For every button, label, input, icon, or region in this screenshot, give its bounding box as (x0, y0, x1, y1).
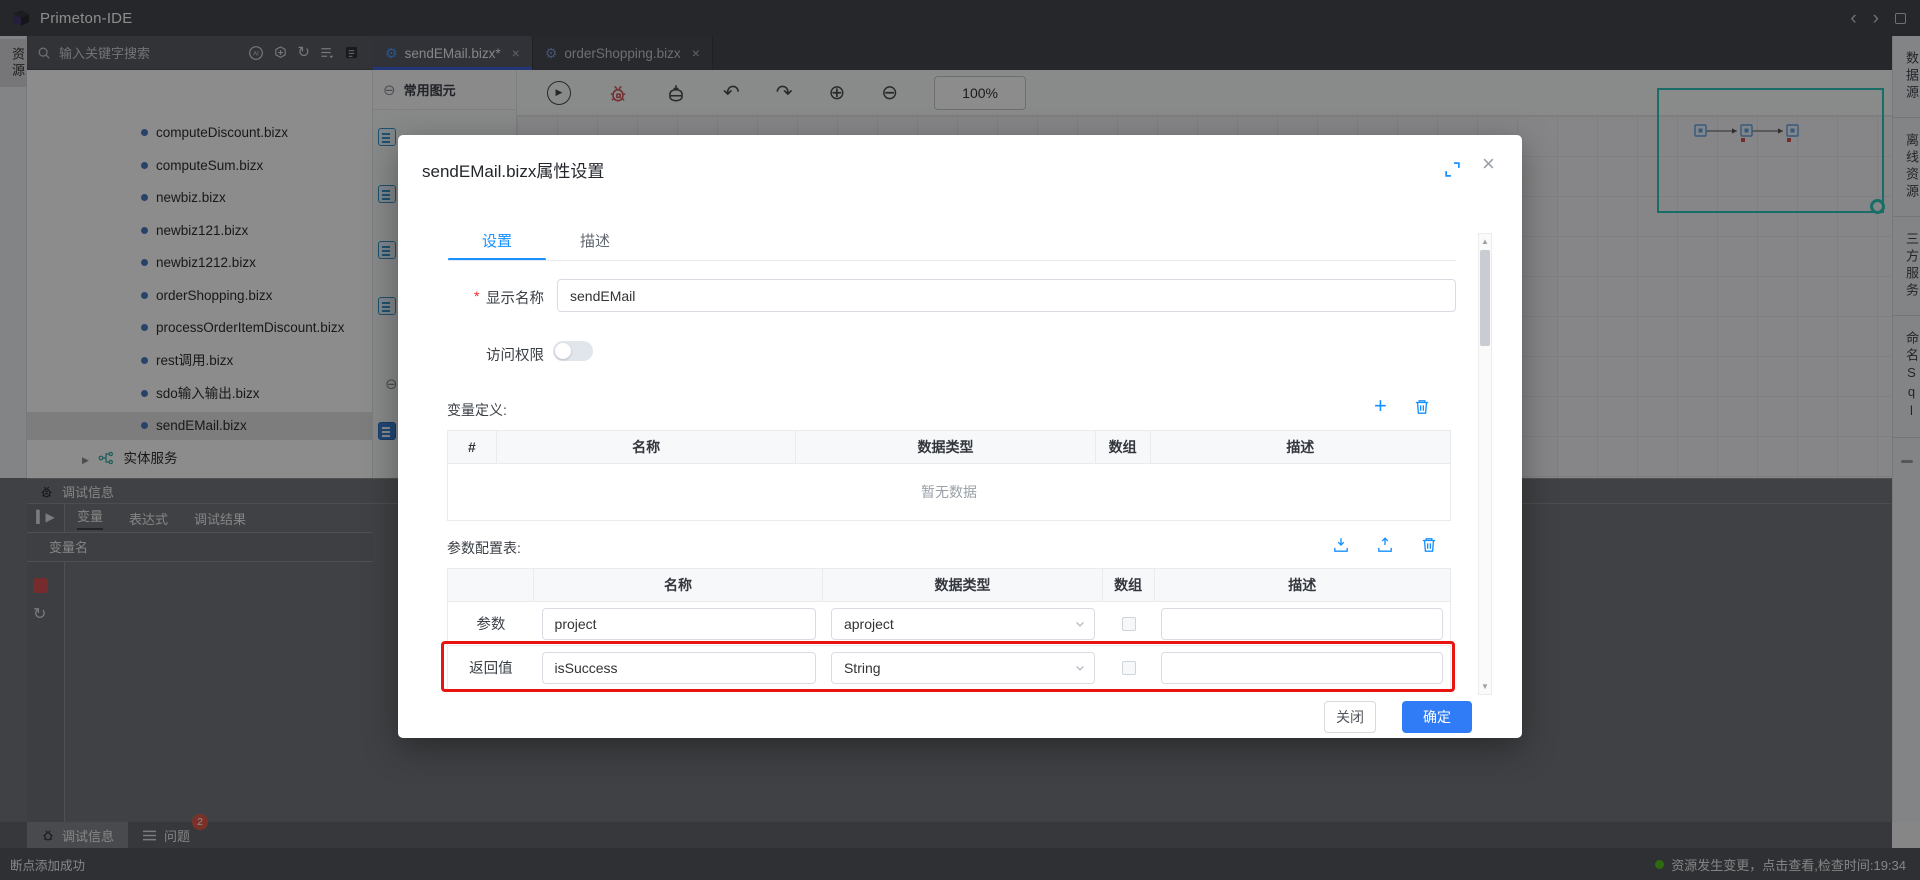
tab-divider (448, 260, 1456, 261)
dialog-scrollbar[interactable]: ▲ ▼ (1478, 233, 1492, 695)
maximize-dialog-icon[interactable] (1444, 161, 1461, 178)
col-header-kind (448, 569, 534, 601)
import-params-icon[interactable] (1332, 536, 1350, 554)
app-root: Primeton-IDE ‹ › 资源 输入关键字搜索 AI ↻ (0, 0, 1920, 880)
param-kind-label: 参数 (448, 613, 534, 634)
return-name-input[interactable] (542, 652, 816, 684)
scrollbar-thumb[interactable] (1480, 250, 1490, 346)
col-header-datatype: 数据类型 (796, 431, 1095, 463)
col-header-description: 描述 (1151, 431, 1450, 463)
dialog-title: sendEMail.bizx属性设置 (422, 157, 604, 182)
return-description-input[interactable] (1161, 652, 1443, 684)
param-row-return: 返回值 String (448, 646, 1450, 690)
delete-variable-icon[interactable] (1413, 398, 1431, 416)
display-name-label: 显示名称 (486, 287, 544, 308)
param-kind-label: 返回值 (448, 657, 534, 678)
param-description-input[interactable] (1161, 608, 1443, 640)
col-header-index: # (448, 431, 497, 463)
dialog-tab-settings[interactable]: 设置 (448, 227, 546, 260)
display-name-input[interactable] (557, 279, 1456, 312)
params-table: 名称 数据类型 数组 描述 参数 aproject 返回值 (447, 568, 1451, 690)
return-datatype-select[interactable]: String (831, 652, 1095, 684)
properties-dialog: sendEMail.bizx属性设置 × 设置 描述 * 显示名称 访问权限 变… (398, 135, 1522, 738)
close-button[interactable]: 关闭 (1324, 701, 1376, 733)
col-header-array: 数组 (1103, 569, 1155, 601)
required-marker: * (474, 288, 479, 304)
col-header-description: 描述 (1155, 569, 1450, 601)
col-header-datatype: 数据类型 (823, 569, 1102, 601)
col-header-array: 数组 (1096, 431, 1151, 463)
access-permission-toggle[interactable] (553, 341, 593, 361)
param-datatype-select[interactable]: aproject (831, 608, 1095, 640)
scroll-up-icon[interactable]: ▲ (1479, 237, 1491, 246)
col-header-name: 名称 (534, 569, 823, 601)
return-array-checkbox[interactable] (1122, 661, 1136, 675)
scroll-down-icon[interactable]: ▼ (1479, 682, 1491, 691)
toggle-knob (555, 343, 571, 359)
close-dialog-icon[interactable]: × (1482, 153, 1495, 175)
chevron-down-icon (1074, 662, 1086, 674)
dialog-tab-description[interactable]: 描述 (546, 227, 644, 260)
params-section-label: 参数配置表: (447, 538, 521, 558)
delete-param-icon[interactable] (1420, 536, 1438, 554)
add-variable-icon[interactable]: + (1374, 398, 1387, 416)
param-array-checkbox[interactable] (1122, 617, 1136, 631)
col-header-name: 名称 (497, 431, 796, 463)
chevron-down-icon (1074, 618, 1086, 630)
param-row-input: 参数 aproject (448, 602, 1450, 646)
export-params-icon[interactable] (1376, 536, 1394, 554)
variables-table: # 名称 数据类型 数组 描述 暂无数据 (447, 430, 1451, 521)
confirm-button[interactable]: 确定 (1402, 701, 1472, 733)
variables-section-label: 变量定义: (447, 400, 507, 420)
empty-state-text: 暂无数据 (448, 464, 1450, 521)
param-name-input[interactable] (542, 608, 816, 640)
access-permission-label: 访问权限 (486, 344, 544, 365)
